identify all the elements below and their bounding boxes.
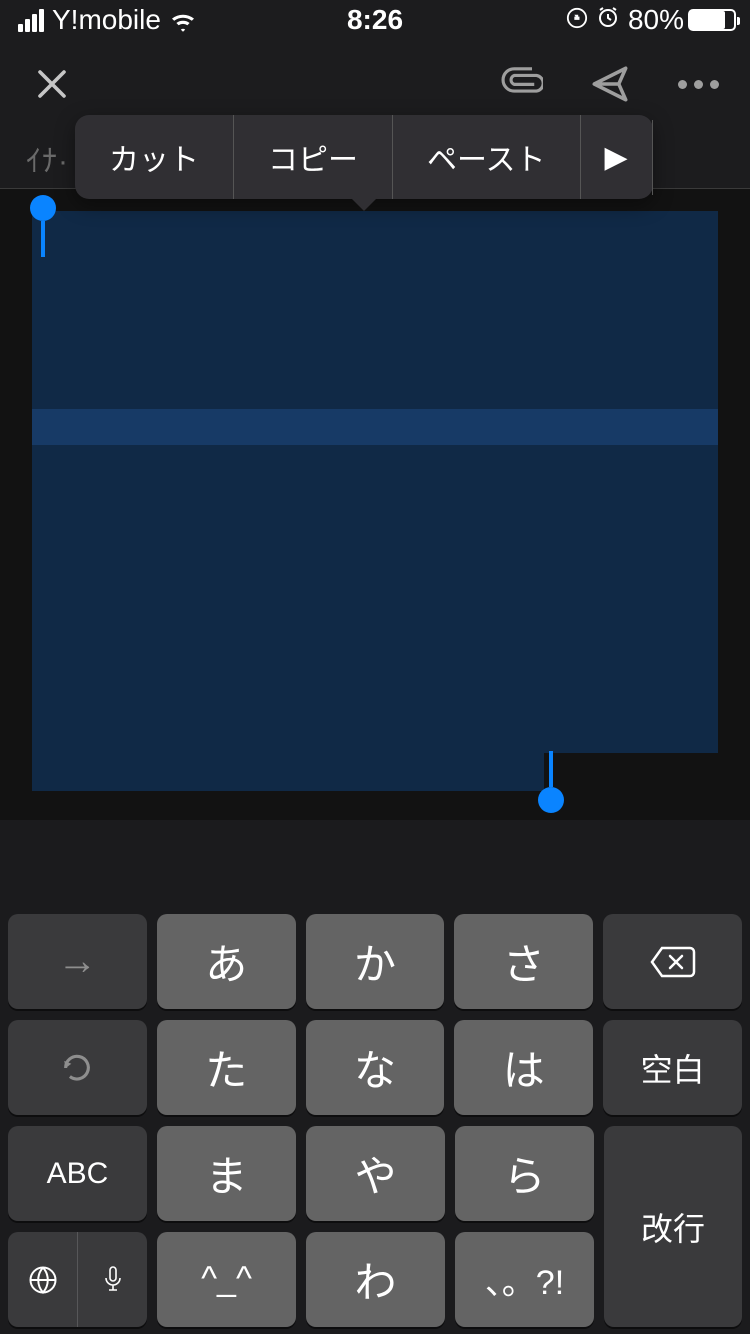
text-selection[interactable] (32, 211, 718, 753)
undo-icon (60, 1051, 94, 1085)
cut-menu-item[interactable]: カット (75, 115, 234, 199)
key-a[interactable]: あ (157, 914, 296, 1009)
battery-icon (688, 9, 736, 31)
send-button[interactable] (588, 62, 632, 106)
key-undo[interactable] (8, 1020, 147, 1115)
key-globe-mic[interactable] (8, 1232, 147, 1327)
signal-icon (18, 9, 44, 32)
copy-menu-item[interactable]: コピー (234, 115, 393, 199)
selection-handle-end[interactable] (538, 751, 564, 813)
key-return[interactable]: 改行 (604, 1126, 742, 1327)
wifi-icon (169, 9, 197, 31)
text-context-menu: カット コピー ペースト ▶ (75, 115, 653, 199)
key-delete[interactable] (603, 914, 742, 1009)
compose-body[interactable] (0, 189, 750, 820)
close-button[interactable] (30, 62, 74, 106)
mic-icon[interactable] (78, 1232, 147, 1327)
key-kaomoji[interactable]: ^_^ (157, 1232, 296, 1327)
key-na[interactable]: な (306, 1020, 445, 1115)
battery-pct: 80% (628, 4, 684, 36)
key-next-candidate[interactable]: → (8, 914, 147, 1009)
key-space[interactable]: 空白 (603, 1020, 742, 1115)
selection-highlight-line (32, 409, 718, 445)
key-sa[interactable]: さ (454, 914, 593, 1009)
status-bar: Y!mobile 8:26 80% (0, 0, 750, 40)
carrier-label: Y!mobile (52, 4, 161, 36)
key-abc[interactable]: ABC (8, 1126, 147, 1221)
selection-handle-start[interactable] (30, 195, 56, 257)
delete-icon (650, 945, 696, 979)
key-punct[interactable]: 、。?! (455, 1232, 594, 1327)
key-ha[interactable]: は (454, 1020, 593, 1115)
rotation-lock-icon (566, 4, 588, 36)
from-label: ｲﾅ· (26, 136, 69, 180)
clock: 8:26 (347, 4, 403, 36)
key-ra[interactable]: ら (455, 1126, 594, 1221)
attachment-icon[interactable] (500, 62, 544, 106)
alarm-icon (596, 4, 620, 36)
key-ka[interactable]: か (306, 914, 445, 1009)
paste-menu-item[interactable]: ペースト (393, 115, 581, 199)
more-button[interactable] (676, 62, 720, 106)
keyboard: → あ か さ た な は 空白 (0, 820, 750, 1334)
key-ya[interactable]: や (306, 1126, 445, 1221)
text-selection-tail[interactable] (32, 753, 544, 791)
more-menu-item[interactable]: ▶ (581, 120, 653, 195)
key-ma[interactable]: ま (157, 1126, 296, 1221)
key-ta[interactable]: た (157, 1020, 296, 1115)
globe-icon[interactable] (8, 1232, 78, 1327)
key-wa[interactable]: わ (306, 1232, 445, 1327)
